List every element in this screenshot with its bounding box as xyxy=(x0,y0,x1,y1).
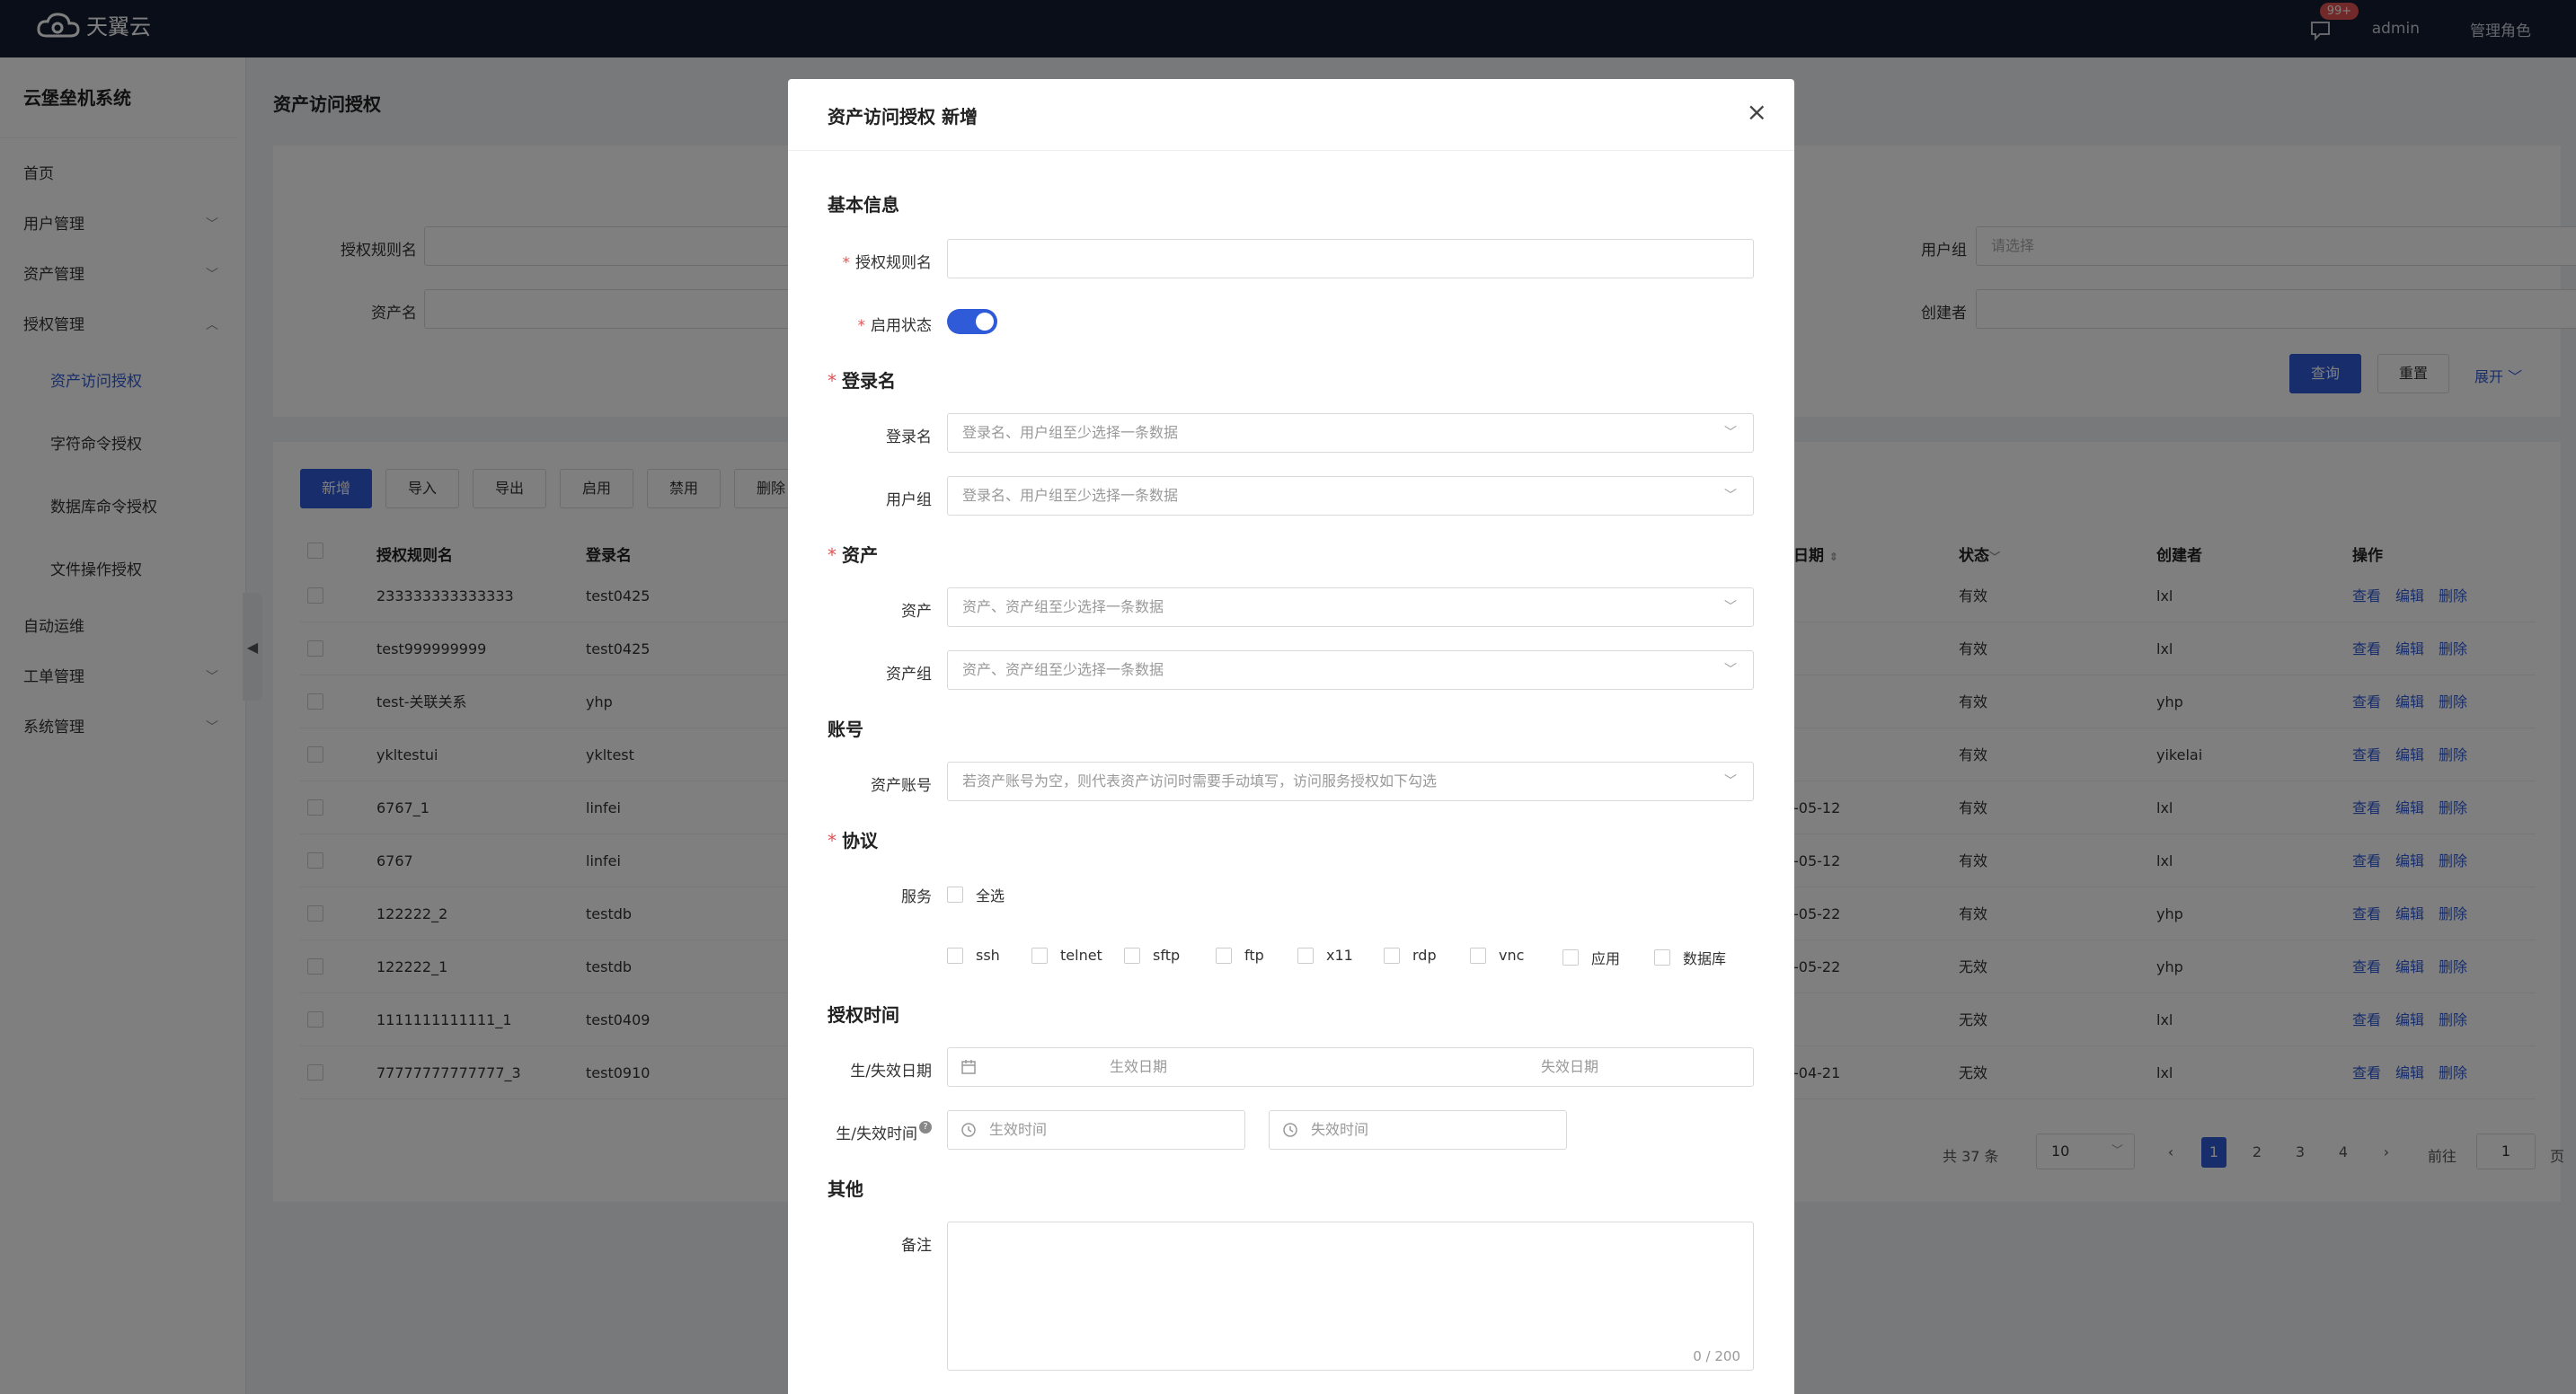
checkbox-box xyxy=(1297,947,1314,964)
section-asset-text: 资产 xyxy=(842,544,878,566)
chevron-down-icon: ﹀ xyxy=(1724,489,1737,503)
service-checkbox-6[interactable]: vnc xyxy=(1470,947,1524,964)
dialog-title: 资产访问授权 新增 xyxy=(828,106,978,128)
chevron-down-icon: ﹀ xyxy=(1724,774,1737,789)
assetgroup-label: 资产组 xyxy=(886,666,932,684)
usergroup-placeholder: 登录名、用户组至少选择一条数据 xyxy=(962,487,1179,504)
time-range-label: 生/失效时间? xyxy=(788,1121,932,1143)
section-asset: * 资产 xyxy=(828,541,878,567)
service-checkbox-8[interactable]: 数据库 xyxy=(1654,947,1726,968)
account-select[interactable]: 若资产账号为空，则代表资产访问时需要手动填写，访问服务授权如下勾选 ﹀ xyxy=(947,762,1754,801)
usergroup-label: 用户组 xyxy=(886,491,932,509)
remark-label: 备注 xyxy=(901,1237,932,1255)
checkbox-box xyxy=(1470,947,1486,964)
section-basic: 基本信息 xyxy=(828,194,899,216)
service-label-text: rdp xyxy=(1412,947,1437,964)
account-placeholder: 若资产账号为空，则代表资产访问时需要手动填写，访问服务授权如下勾选 xyxy=(962,772,1438,790)
select-all-services-checkbox[interactable]: 全选 xyxy=(947,884,1005,905)
login-placeholder: 登录名、用户组至少选择一条数据 xyxy=(962,424,1179,441)
help-icon[interactable]: ? xyxy=(919,1121,932,1134)
close-icon[interactable]: × xyxy=(1747,99,1767,126)
chevron-down-icon: ﹀ xyxy=(1724,426,1737,440)
asset-label: 资产 xyxy=(901,603,932,621)
login-select[interactable]: 登录名、用户组至少选择一条数据 ﹀ xyxy=(947,413,1754,453)
asset-placeholder: 资产、资产组至少选择一条数据 xyxy=(962,598,1164,615)
time-end-picker[interactable]: 失效时间 xyxy=(1269,1110,1567,1150)
service-label-text: x11 xyxy=(1326,947,1353,964)
required-mark: * xyxy=(828,544,837,566)
service-checkbox-0[interactable]: ssh xyxy=(947,947,1000,964)
checkbox-box xyxy=(1031,947,1048,964)
section-protocol-text: 协议 xyxy=(842,830,878,851)
add-authorization-dialog: 资产访问授权 新增 × 基本信息 * 授权规则名 * 启用状态 * 登录名 登录名 登… xyxy=(788,79,1794,1394)
service-label: 服务 xyxy=(901,888,932,906)
section-other: 其他 xyxy=(828,1178,863,1200)
calendar-icon xyxy=(961,1060,976,1074)
enabled-toggle[interactable] xyxy=(947,309,997,334)
service-label-text: telnet xyxy=(1060,947,1102,964)
checkbox-box xyxy=(1654,949,1670,966)
checkbox-box xyxy=(1562,949,1579,966)
enabled-label-text: 启用状态 xyxy=(871,317,932,335)
time-start-picker[interactable]: 生效时间 xyxy=(947,1110,1245,1150)
service-checkbox-3[interactable]: ftp xyxy=(1216,947,1264,964)
required-mark: * xyxy=(828,830,837,851)
date-range-picker[interactable]: 生效日期 失效日期 xyxy=(947,1047,1754,1087)
chevron-down-icon: ﹀ xyxy=(1724,663,1737,677)
usergroup-select[interactable]: 登录名、用户组至少选择一条数据 ﹀ xyxy=(947,476,1754,516)
required-mark: * xyxy=(828,370,837,392)
required-mark: * xyxy=(842,254,851,272)
rule-name-label: * 授权规则名 xyxy=(788,250,933,272)
date-end-placeholder: 失效日期 xyxy=(1541,1058,1599,1075)
rule-name-input[interactable] xyxy=(947,239,1754,278)
date-range-label: 生/失效日期 xyxy=(850,1063,932,1081)
service-checkbox-2[interactable]: sftp xyxy=(1124,947,1180,964)
checkbox-box xyxy=(1216,947,1232,964)
section-login: * 登录名 xyxy=(828,366,896,393)
section-login-text: 登录名 xyxy=(842,370,896,392)
service-checkbox-7[interactable]: 应用 xyxy=(1562,947,1620,968)
select-all-label: 全选 xyxy=(976,887,1005,904)
service-label-text: ssh xyxy=(976,947,1000,964)
enabled-label: * 启用状态 xyxy=(788,313,933,335)
clock-icon xyxy=(961,1123,976,1137)
service-checkbox-5[interactable]: rdp xyxy=(1384,947,1437,964)
service-label-text: sftp xyxy=(1153,947,1181,964)
service-label-text: vnc xyxy=(1499,947,1525,964)
remark-counter: 0 / 200 xyxy=(1693,1348,1740,1364)
login-label: 登录名 xyxy=(886,428,932,446)
date-start-placeholder: 生效日期 xyxy=(1110,1058,1168,1075)
clock-icon xyxy=(1283,1123,1297,1137)
assetgroup-placeholder: 资产、资产组至少选择一条数据 xyxy=(962,661,1164,678)
assetgroup-select[interactable]: 资产、资产组至少选择一条数据 ﹀ xyxy=(947,650,1754,690)
checkbox-box xyxy=(1384,947,1400,964)
section-account: 账号 xyxy=(828,719,863,740)
checkbox-box xyxy=(947,947,963,964)
service-checkbox-1[interactable]: telnet xyxy=(1031,947,1102,964)
service-checkbox-4[interactable]: x11 xyxy=(1297,947,1353,964)
account-label: 资产账号 xyxy=(871,777,932,795)
time-start-placeholder: 生效时间 xyxy=(989,1121,1048,1138)
time-range-label-text: 生/失效时间 xyxy=(836,1125,917,1143)
service-label-text: 数据库 xyxy=(1683,950,1727,967)
rule-name-label-text: 授权规则名 xyxy=(855,254,932,272)
section-time: 授权时间 xyxy=(828,1004,899,1026)
dialog-header: 资产访问授权 新增 × xyxy=(788,79,1794,151)
asset-select[interactable]: 资产、资产组至少选择一条数据 ﹀ xyxy=(947,587,1754,627)
service-label-text: ftp xyxy=(1244,947,1264,964)
chevron-down-icon: ﹀ xyxy=(1724,600,1737,614)
time-end-placeholder: 失效时间 xyxy=(1311,1121,1369,1138)
required-mark: * xyxy=(857,317,866,335)
service-label-text: 应用 xyxy=(1591,950,1621,967)
checkbox-box xyxy=(947,887,963,903)
checkbox-box xyxy=(1124,947,1140,964)
section-protocol: * 协议 xyxy=(828,826,878,852)
remark-textarea[interactable]: 0 / 200 xyxy=(947,1222,1754,1371)
